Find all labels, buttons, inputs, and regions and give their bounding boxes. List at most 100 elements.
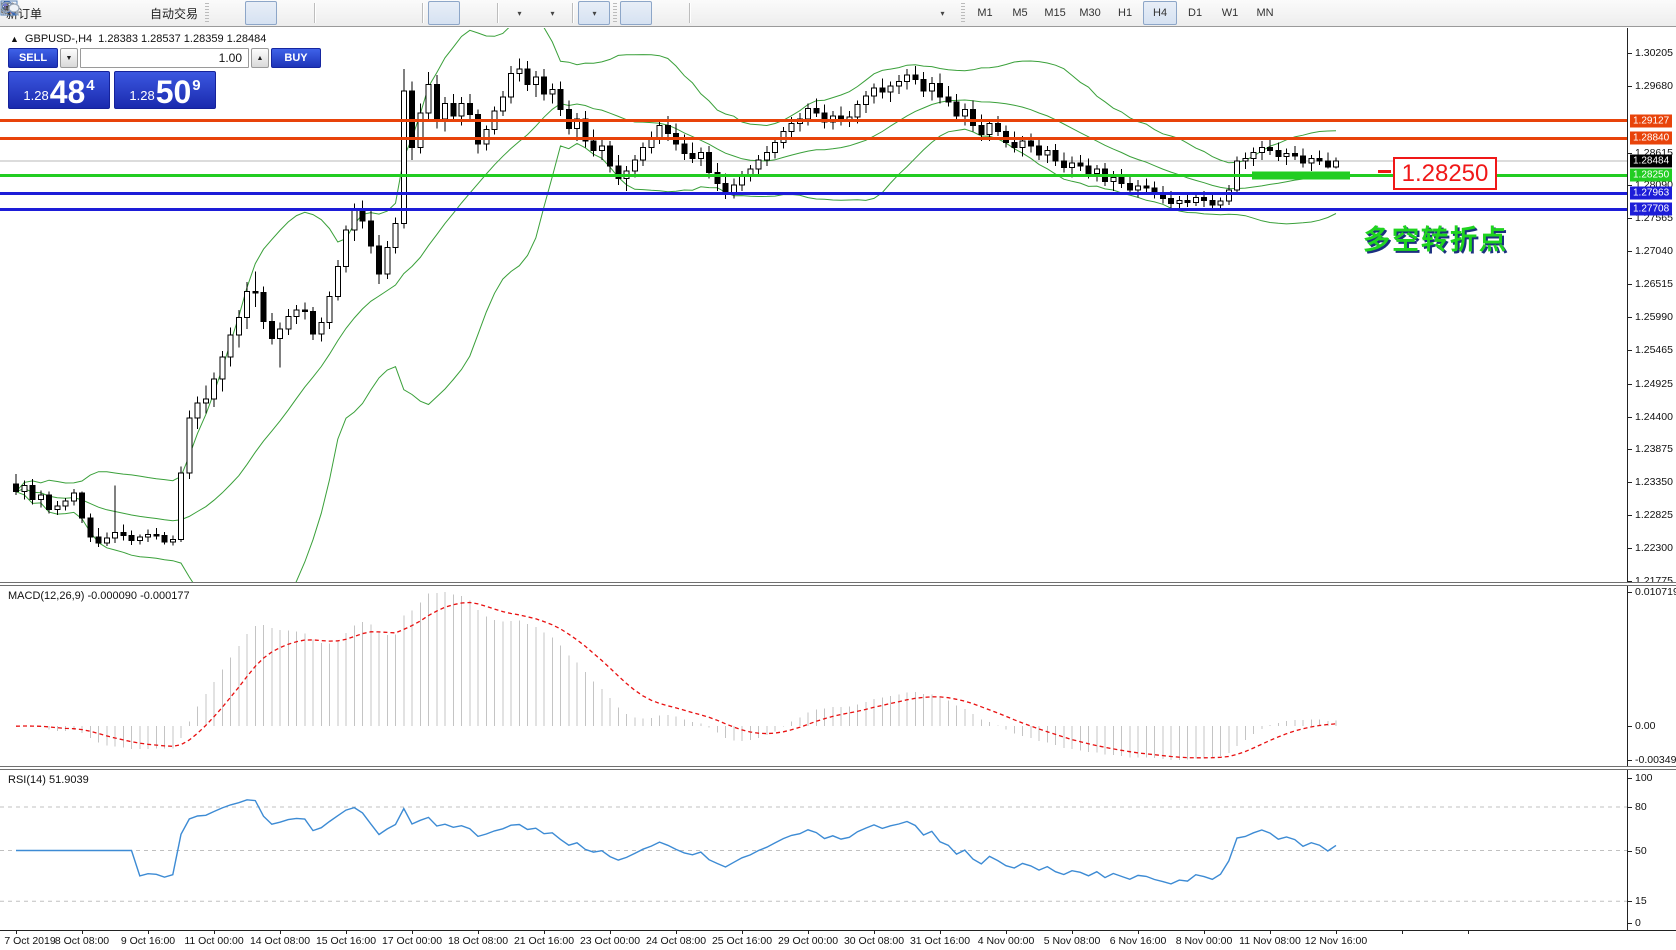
candle-body [516,68,523,74]
tile-windows-button[interactable] [0,1,418,25]
candle-body [1011,141,1018,148]
timeframe-h4[interactable]: H4 [1143,1,1178,25]
time-tick [940,931,941,934]
arrows-button[interactable]: ▾ [2,1,958,25]
candle-body [871,87,877,97]
buy-price-panel[interactable]: 1.28 50 9 [114,71,216,109]
candle-body [425,84,432,114]
toolbar-grip [205,3,210,23]
horizontal-line-button[interactable] [2,1,760,25]
candle-body [598,145,605,151]
rsi-tick-tick [1628,807,1632,808]
rsi-panel[interactable]: RSI(14) 51.9039 100 80 50 15 0 [0,770,1676,930]
price-callout-label[interactable]: 1.28250 [1393,157,1497,190]
text-label-button[interactable]: T [1,1,925,25]
candle-body [664,124,671,134]
time-label: 24 Oct 08:00 [645,935,707,947]
timeframe-h1[interactable]: H1 [1108,1,1142,25]
candle-body [417,112,424,148]
candle-body [532,76,539,86]
volume-input[interactable] [80,48,249,68]
market-watch-button[interactable] [0,1,112,25]
time-tick [874,931,875,934]
timeframe-d1[interactable]: D1 [1178,1,1212,25]
fibonacci-button[interactable]: F [1,1,859,25]
macd-panel[interactable]: MACD(12,26,9) -0.000090 -0.000177 0.0107… [0,586,1676,766]
candle-body [1143,185,1150,189]
line-chart-button[interactable] [1,1,310,25]
candle-body [483,129,490,145]
candle-body [161,535,168,543]
timeframe-m30[interactable]: M30 [1073,1,1107,25]
search-button[interactable] [1,1,1642,25]
timeframe-m15[interactable]: M15 [1038,1,1072,25]
candle-body [1316,158,1323,162]
chart-shift-button[interactable] [2,1,493,25]
toolbar-separator [497,3,500,23]
annotation-text[interactable]: 多空转折点 [1363,218,1508,257]
candle-body [1250,151,1257,160]
timeframe-m1[interactable]: M1 [968,1,1002,25]
bar-chart-button[interactable] [2,1,244,25]
price-axis[interactable]: 1.30205 1.29680 1.28615 1.28090 1.27565 1.270… [1627,28,1676,587]
highlight-zone[interactable] [1252,171,1350,180]
time-tick [610,931,611,934]
price-tick-tick [1628,317,1632,318]
price-tick: 1.26515 [1635,278,1673,291]
text-button[interactable]: A [3,1,892,25]
sell-price-panel[interactable]: 1.28 48 4 [8,71,110,109]
auto-scroll-button[interactable] [1,1,461,25]
candlestick-chart[interactable] [0,28,1627,582]
zoom-out-button[interactable] [2,1,385,25]
indicators-button[interactable]: ▾ [0,0,611,25]
time-tick [478,931,479,934]
vertical-line-button[interactable] [5,1,727,25]
chevron-down-icon: ▾ [550,8,555,18]
zoom-in-button[interactable] [2,1,352,25]
crosshair-button[interactable] [1,1,685,25]
collapse-panel-arrow-icon[interactable]: ▲ [10,34,19,44]
new-chart-button[interactable]: ▾ [1,1,535,25]
candle-body [697,151,704,160]
candle-body [334,265,341,297]
cursor-button[interactable] [4,1,653,25]
candle-body [301,309,308,313]
rsi-axis[interactable]: 100 80 50 15 0 [1627,770,1676,930]
macd-axis[interactable]: 0.010719 0.00 -0.003492 [1627,586,1676,766]
period-button[interactable]: ▾ [1,1,568,25]
candle-body [1019,140,1026,148]
timeframe-m5[interactable]: M5 [1003,1,1037,25]
timeframe-w1[interactable]: W1 [1213,1,1247,25]
time-tick [1336,931,1337,934]
buy-button[interactable]: BUY [271,48,321,68]
candle-body [384,246,391,275]
rsi-tick-tick [1628,901,1632,903]
candlestick-chart-button[interactable] [2,1,278,25]
price-tick-tick [1628,383,1632,385]
timeframe-mn[interactable]: MN [1248,1,1282,25]
signals-button[interactable] [1,1,145,25]
alerts-button[interactable] [1,0,79,25]
candle-body [986,122,993,136]
time-axis[interactable]: 7 Oct 2019 8 Oct 08:00 9 Oct 16:00 11 Oct 0… [0,930,1676,950]
time-tick [1270,931,1271,934]
equidistant-channel-button[interactable]: E [0,1,826,25]
candle-body [1085,165,1092,175]
buy-price-prefix: 1.28 [129,88,155,103]
trendline-button[interactable] [1,1,793,25]
candle-body [862,95,869,106]
one-click-trading-panel: SELL ▼ ▲ BUY 1.28 48 4 1.28 50 9 [8,48,321,109]
auto-trading-button[interactable]: 自动交易 [0,1,202,25]
candle-body [1291,153,1298,157]
price-tick: 1.25465 [1635,343,1673,356]
main-chart-pane[interactable]: 1.30205 1.29680 1.28615 1.28090 1.27565 1.270… [0,28,1676,587]
time-label: 23 Oct 00:00 [579,935,641,947]
candle-body [433,84,440,120]
rsi-tick: 80 [1635,801,1647,813]
candle-body [813,107,820,114]
sell-button[interactable]: SELL [8,48,58,68]
candle-body [1209,200,1216,206]
volume-decrease-button[interactable]: ▼ [60,48,78,68]
chat-button[interactable] [0,1,1674,25]
volume-increase-button[interactable]: ▲ [251,48,269,68]
